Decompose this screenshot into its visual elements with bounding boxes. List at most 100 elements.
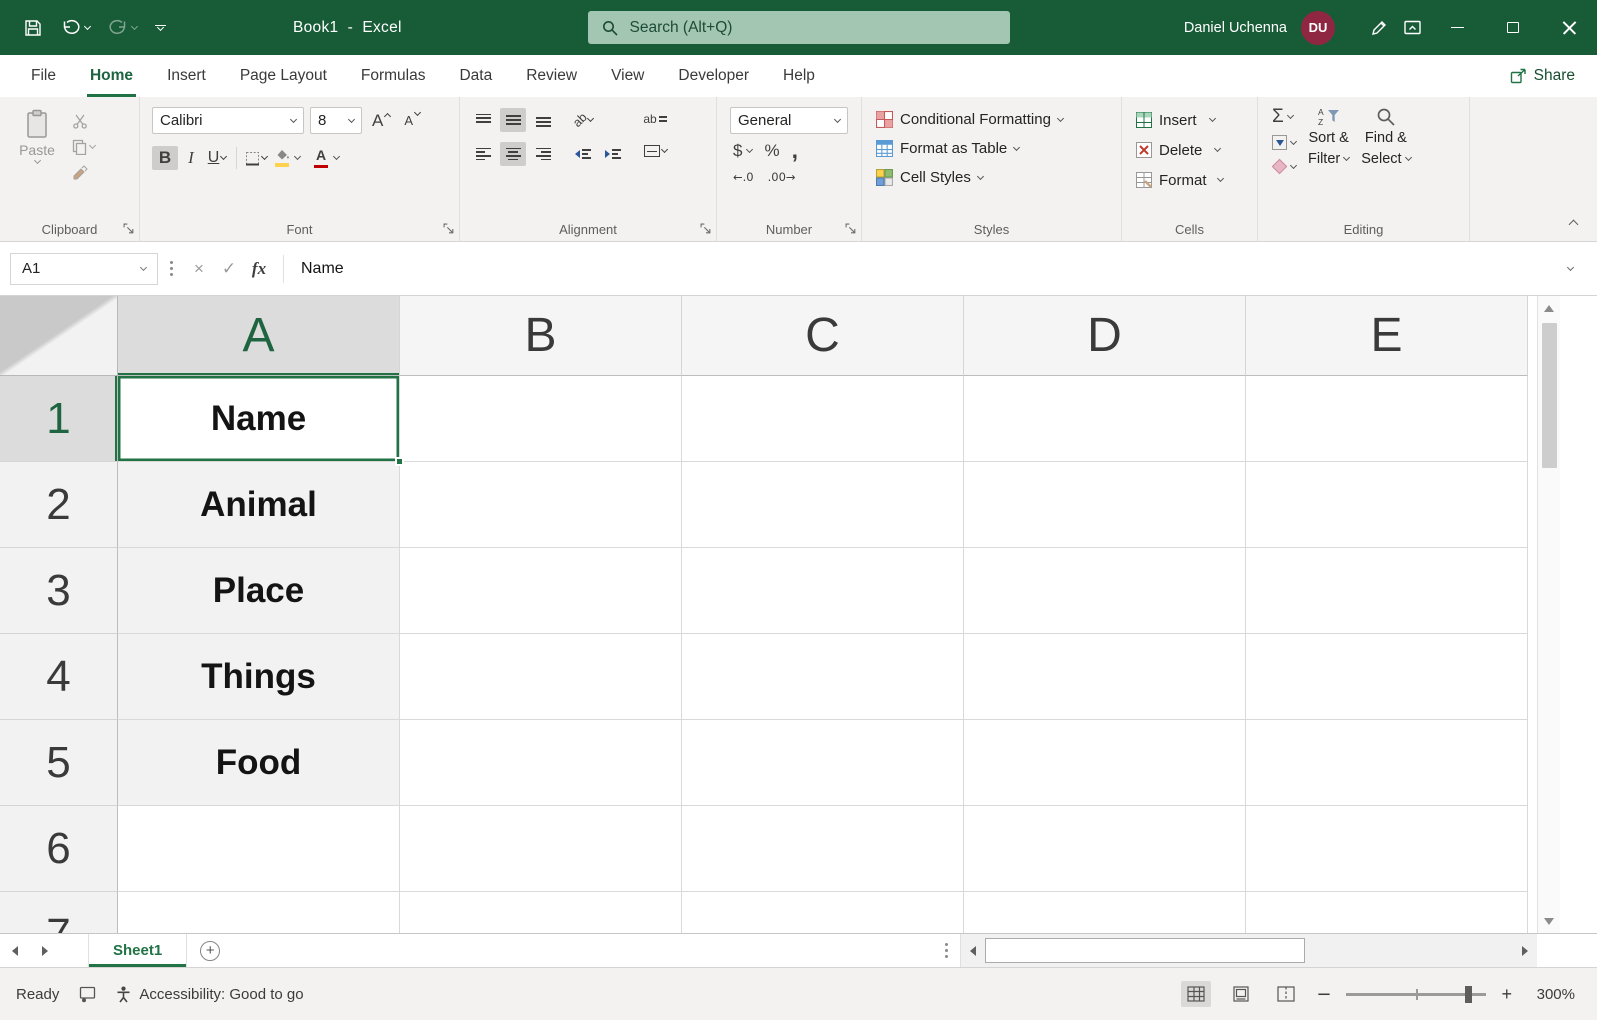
increase-indent-button[interactable] (600, 142, 626, 166)
cell-E7[interactable] (1246, 892, 1528, 933)
tab-help[interactable]: Help (766, 55, 832, 97)
accounting-dropdown-icon[interactable] (746, 145, 754, 154)
horizontal-scrollbar-thumb[interactable] (985, 938, 1305, 963)
number-format-combobox[interactable]: General (730, 107, 848, 134)
cell-D1[interactable] (964, 376, 1246, 462)
horizontal-scrollbar[interactable] (960, 934, 1537, 967)
tab-data[interactable]: Data (442, 55, 509, 97)
clear-button[interactable] (1271, 158, 1298, 175)
fill-button[interactable] (1272, 135, 1298, 150)
zoom-level[interactable]: 300% (1527, 986, 1575, 1003)
tab-bar-resize-handle[interactable] (945, 943, 948, 958)
column-header-e[interactable]: E (1246, 296, 1528, 376)
cell-B6[interactable] (400, 806, 682, 892)
autosum-button[interactable]: Σ (1272, 107, 1296, 126)
vertical-scrollbar-thumb[interactable] (1541, 323, 1557, 468)
column-header-d[interactable]: D (964, 296, 1246, 376)
redo-button[interactable] (101, 11, 144, 45)
align-top-button[interactable] (470, 108, 496, 132)
tab-home[interactable]: Home (73, 55, 150, 97)
borders-button[interactable] (243, 146, 269, 170)
align-middle-button[interactable] (500, 108, 526, 132)
avatar[interactable]: DU (1301, 10, 1335, 45)
row-header-4[interactable]: 4 (0, 634, 118, 720)
zoom-out-button[interactable]: − (1316, 984, 1331, 1005)
decrease-font-size-button[interactable]: A (400, 108, 424, 128)
cell-A4[interactable]: Things (118, 634, 400, 720)
maximize-button[interactable] (1485, 0, 1541, 55)
format-cells-button[interactable]: Format (1122, 165, 1257, 195)
tab-developer[interactable]: Developer (661, 55, 766, 97)
cell-B4[interactable] (400, 634, 682, 720)
cell-C6[interactable] (682, 806, 964, 892)
scroll-down-button[interactable] (1538, 909, 1560, 933)
row-header-3[interactable]: 3 (0, 548, 118, 634)
row-header-7[interactable]: 7 (0, 892, 118, 933)
cell-E1[interactable] (1246, 376, 1528, 462)
column-header-c[interactable]: C (682, 296, 964, 376)
tab-insert[interactable]: Insert (150, 55, 223, 97)
customize-quick-access-toolbar-button[interactable] (148, 11, 173, 45)
cell-B2[interactable] (400, 462, 682, 548)
align-center-button[interactable] (500, 142, 526, 166)
cell-A2[interactable]: Animal (118, 462, 400, 548)
increase-font-size-button[interactable]: A (368, 111, 394, 131)
undo-dropdown-icon[interactable] (83, 22, 92, 30)
new-sheet-button[interactable]: + (187, 934, 233, 967)
collapse-ribbon-button[interactable] (1568, 215, 1579, 233)
cancel-button[interactable]: × (184, 259, 214, 279)
zoom-slider-thumb[interactable] (1465, 985, 1473, 1003)
insert-function-button[interactable]: fx (244, 259, 274, 279)
vertical-scrollbar[interactable] (1537, 296, 1560, 933)
scroll-right-button[interactable] (1513, 934, 1537, 967)
cell-A6[interactable] (118, 806, 400, 892)
user-name[interactable]: Daniel Uchenna (1184, 20, 1287, 36)
row-header-2[interactable]: 2 (0, 462, 118, 548)
column-header-b[interactable]: B (400, 296, 682, 376)
cell-B7[interactable] (400, 892, 682, 933)
page-break-preview-button[interactable] (1271, 981, 1301, 1007)
insert-cells-button[interactable]: Insert (1122, 105, 1257, 135)
fill-color-button[interactable] (269, 146, 295, 170)
formula-bar-resize-handle[interactable] (158, 261, 184, 276)
increase-decimal-button[interactable]: ←.0 (733, 170, 754, 184)
cell-A7[interactable] (118, 892, 400, 933)
copy-button[interactable] (72, 137, 97, 157)
align-right-button[interactable] (530, 142, 556, 166)
italic-button[interactable]: I (178, 146, 204, 170)
cell-styles-button[interactable]: Cell Styles (862, 163, 1121, 192)
align-bottom-button[interactable] (530, 108, 556, 132)
formula-input[interactable]: Name (293, 260, 1553, 278)
name-box[interactable]: A1 (10, 252, 158, 285)
cell-E3[interactable] (1246, 548, 1528, 634)
tab-formulas[interactable]: Formulas (344, 55, 443, 97)
row-header-5[interactable]: 5 (0, 720, 118, 806)
undo-button[interactable] (54, 11, 97, 45)
page-layout-view-button[interactable] (1226, 981, 1256, 1007)
cell-A3[interactable]: Place (118, 548, 400, 634)
bold-button[interactable]: B (152, 146, 178, 170)
c ell-E4[interactable] (1246, 634, 1528, 720)
cell-D3[interactable] (964, 548, 1246, 634)
name-box-dropdown-icon[interactable] (139, 263, 148, 271)
coming-soon-button[interactable] (1363, 11, 1396, 45)
paste-dropdown-icon[interactable] (33, 156, 41, 165)
align-left-button[interactable] (470, 142, 496, 166)
normal-view-button[interactable] (1181, 981, 1212, 1007)
font-color-dropdown-icon[interactable] (332, 152, 341, 161)
copy-dropdown-icon[interactable] (88, 141, 97, 150)
search-box[interactable]: Search (Alt+Q) (587, 11, 1010, 44)
cell-E5[interactable] (1246, 720, 1528, 806)
conditional-formatting-button[interactable]: Conditional Formatting (862, 105, 1121, 134)
scroll-left-button[interactable] (961, 934, 985, 967)
share-button[interactable]: Share (1488, 55, 1597, 97)
sort-filter-button[interactable]: AZ Sort & Filter (1308, 105, 1351, 174)
column-header-a[interactable]: A (118, 296, 400, 376)
paste-button[interactable]: Paste (8, 105, 66, 183)
row-header-6[interactable]: 6 (0, 806, 118, 892)
cell-C5[interactable] (682, 720, 964, 806)
find-select-button[interactable]: Find & Select (1361, 105, 1412, 174)
zoom-slider[interactable] (1346, 985, 1487, 1003)
cell-A1[interactable]: Name (118, 376, 404, 466)
cell-D5[interactable] (964, 720, 1246, 806)
